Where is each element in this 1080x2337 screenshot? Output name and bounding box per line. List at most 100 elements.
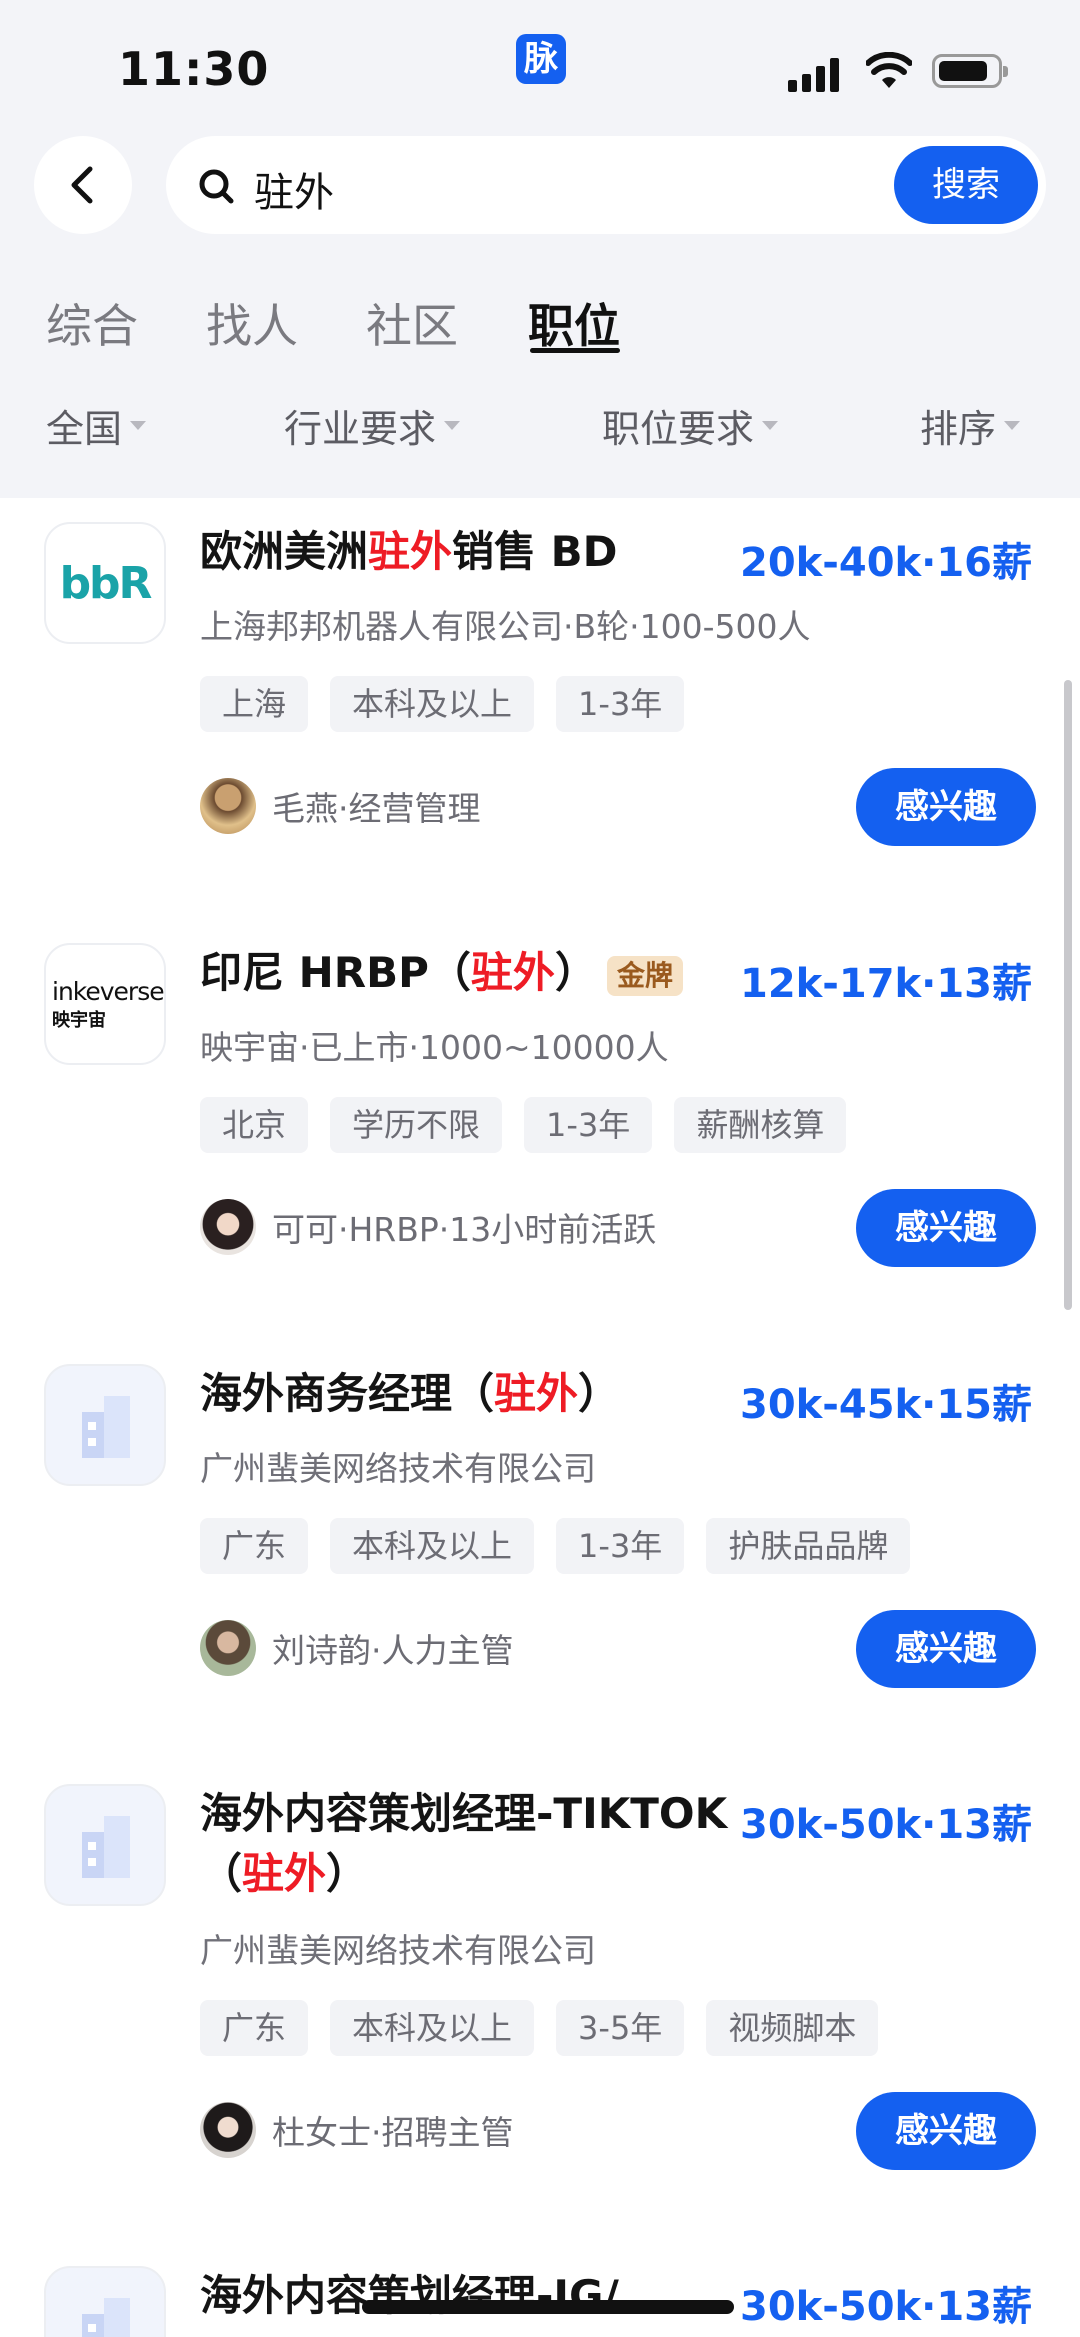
company-info: 上海邦邦机器人有限公司·B轮·100-500人 xyxy=(200,607,811,646)
filter-industry[interactable]: 行业要求 xyxy=(284,398,461,453)
salary: 30k-50k·13薪 xyxy=(740,2284,1032,2330)
recruiter-info: 可可·HRBP·13小时前活跃 xyxy=(200,1199,656,1255)
search-input[interactable]: 驻外 xyxy=(254,160,334,218)
recruiter-info: 毛燕·经营管理 xyxy=(200,778,481,834)
job-title: 海外内容策划经理-IG/ xyxy=(200,2271,619,2320)
salary: 12k-17k·13薪 xyxy=(740,961,1032,1007)
job-tags: 广东 本科及以上 3-5年 视频脚本 xyxy=(200,2000,879,2056)
filter-sort-label: 排序 xyxy=(920,407,997,451)
recruiter-text: 可可·HRBP·13小时前活跃 xyxy=(272,1210,657,1249)
job-title-line: 海外内容策划经理-TIKTOK xyxy=(200,1789,728,1838)
recruiter-text: 毛燕·经营管理 xyxy=(272,789,481,828)
job-title: 海外商务经理（驻外） xyxy=(200,1364,620,1424)
job-title-highlight: 驻外 xyxy=(470,948,555,997)
chevron-left-icon xyxy=(71,166,93,204)
avatar xyxy=(200,778,256,834)
filter-bar: 全国 行业要求 职位要求 排序 xyxy=(0,398,1080,458)
interest-button[interactable]: 感兴趣 xyxy=(856,2092,1036,2170)
job-tag: 视频脚本 xyxy=(706,2000,879,2056)
job-title-highlight: 驻外 xyxy=(494,1369,579,1418)
job-tag: 广东 xyxy=(200,1518,309,1574)
battery-icon xyxy=(932,54,1008,88)
job-tag: 本科及以上 xyxy=(330,1518,535,1574)
job-title: 欧洲美洲驻外销售 BD xyxy=(200,522,618,582)
avatar xyxy=(200,2102,256,2158)
company-logo: bbR xyxy=(44,522,166,644)
filter-industry-label: 行业要求 xyxy=(284,407,437,451)
avatar xyxy=(200,1199,256,1255)
company-logo-subtext: 映宇宙 xyxy=(52,1009,106,1031)
tab-community[interactable]: 社区 xyxy=(366,290,458,356)
filter-position[interactable]: 职位要求 xyxy=(602,398,779,453)
job-title-text: ） xyxy=(554,948,597,997)
home-indicator[interactable] xyxy=(362,2300,734,2314)
caret-down-icon xyxy=(762,421,779,430)
salary: 20k-40k·16薪 xyxy=(740,540,1032,586)
job-title-text: ） xyxy=(578,1369,621,1418)
tab-people[interactable]: 找人 xyxy=(206,290,298,356)
job-tag: 北京 xyxy=(200,1097,309,1153)
job-tag: 学历不限 xyxy=(330,1097,503,1153)
company-info: 广州蜚美网络技术有限公司 xyxy=(200,1931,596,1970)
job-tag: 薪酬核算 xyxy=(674,1097,847,1153)
job-title-text: 销售 BD xyxy=(452,527,618,576)
salary: 30k-45k·15薪 xyxy=(740,1382,1032,1428)
status-bar: 11:30 脉 xyxy=(0,0,1080,130)
job-tags: 北京 学历不限 1-3年 薪酬核算 xyxy=(200,1097,847,1153)
company-logo-placeholder xyxy=(44,1364,166,1486)
job-tags: 广东 本科及以上 1-3年 护肤品品牌 xyxy=(200,1518,911,1574)
company-logo: inkeverse 映宇宙 xyxy=(44,943,166,1065)
search-icon xyxy=(199,169,234,204)
job-title-highlight: 驻外 xyxy=(242,1849,327,1898)
filter-location[interactable]: 全国 xyxy=(46,398,147,453)
interest-button[interactable]: 感兴趣 xyxy=(856,768,1036,846)
filter-position-label: 职位要求 xyxy=(602,407,755,451)
status-time: 11:30 xyxy=(118,42,270,96)
company-info: 映宇宙·已上市·1000~10000人 xyxy=(200,1028,669,1067)
cellular-signal-icon xyxy=(788,56,844,92)
building-icon xyxy=(82,2298,130,2337)
app-badge-icon: 脉 xyxy=(516,34,566,84)
building-icon xyxy=(82,1396,130,1458)
job-title-highlight: 驻外 xyxy=(368,527,453,576)
job-tags: 上海 本科及以上 1-3年 xyxy=(200,676,685,732)
job-title: 海外内容策划经理-TIKTOK （驻外） xyxy=(200,1784,727,1904)
job-tag: 3-5年 xyxy=(556,2000,685,2056)
tab-overview[interactable]: 综合 xyxy=(46,290,138,356)
tab-jobs[interactable]: 职位 xyxy=(528,290,620,356)
search-bar[interactable]: 驻外 搜索 xyxy=(166,136,1046,234)
job-tag: 广东 xyxy=(200,2000,309,2056)
job-title-text: 海外商务经理（ xyxy=(200,1369,495,1418)
recruiter-info: 杜女士·招聘主管 xyxy=(200,2102,514,2158)
caret-down-icon xyxy=(1004,421,1021,430)
caret-down-icon xyxy=(444,421,461,430)
back-button[interactable] xyxy=(34,136,132,234)
job-tag: 上海 xyxy=(200,676,309,732)
avatar xyxy=(200,1620,256,1676)
job-title-text: 印尼 HRBP（ xyxy=(200,948,471,997)
company-logo-text: bbR xyxy=(59,557,153,609)
interest-button[interactable]: 感兴趣 xyxy=(856,1189,1036,1267)
recruiter-text: 杜女士·招聘主管 xyxy=(272,2113,514,2152)
company-logo-text: inkeverse xyxy=(52,976,164,1006)
wifi-icon xyxy=(866,52,912,88)
scrollbar[interactable] xyxy=(1064,680,1072,1310)
building-icon xyxy=(82,1816,130,1878)
search-button[interactable]: 搜索 xyxy=(894,146,1038,224)
job-tag: 1-3年 xyxy=(556,676,685,732)
salary: 30k-50k·13薪 xyxy=(740,1802,1032,1848)
gold-badge: 金牌 xyxy=(606,955,683,996)
job-tag: 1-3年 xyxy=(556,1518,685,1574)
filter-location-label: 全国 xyxy=(46,407,123,451)
job-title-line: （驻外） xyxy=(200,1844,727,1904)
job-title: 印尼 HRBP（驻外） 金牌 xyxy=(200,943,683,1003)
filter-sort[interactable]: 排序 xyxy=(920,398,1021,453)
company-logo-placeholder xyxy=(44,2266,166,2337)
job-title-text: ） xyxy=(326,1849,369,1898)
job-title-text: （ xyxy=(200,1849,243,1898)
job-tag: 本科及以上 xyxy=(330,2000,535,2056)
interest-button[interactable]: 感兴趣 xyxy=(856,1610,1036,1688)
active-tab-indicator xyxy=(530,348,620,353)
company-logo-placeholder xyxy=(44,1784,166,1906)
caret-down-icon xyxy=(130,421,147,430)
